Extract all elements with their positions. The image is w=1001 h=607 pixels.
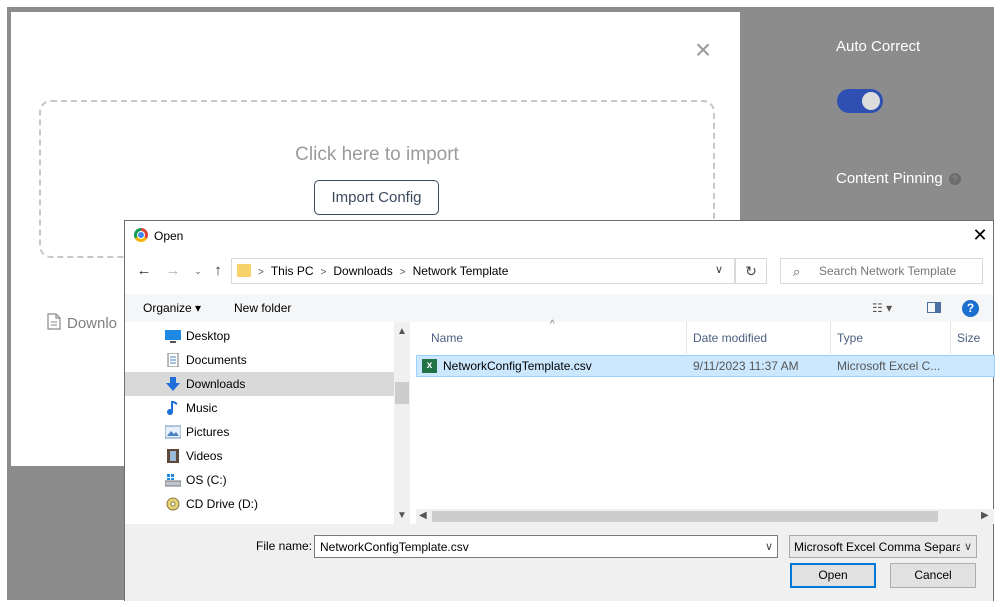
file-type-select[interactable]: Microsoft Excel Comma Separated ∨ xyxy=(789,535,977,558)
navigation-pane: Desktop Documents Downloads Music Pictur… xyxy=(125,322,410,524)
nav-item-label: CD Drive (D:) xyxy=(186,497,258,511)
close-icon[interactable]: × xyxy=(693,36,713,64)
auto-correct-label: Auto Correct xyxy=(836,38,921,55)
toggle-knob xyxy=(862,92,880,110)
scroll-down-icon[interactable]: ▼ xyxy=(397,510,407,521)
nav-item-documents[interactable]: Documents xyxy=(125,348,395,372)
cancel-button[interactable]: Cancel xyxy=(890,563,976,588)
scroll-right-icon[interactable]: ▶ xyxy=(981,510,989,521)
breadcrumb: > This PC > Downloads > Network Template xyxy=(258,264,508,278)
chevron-down-icon[interactable]: ∨ xyxy=(715,263,723,276)
dialog-title: Open xyxy=(154,229,184,243)
recent-locations-chevron-icon[interactable]: ⌄ xyxy=(188,260,208,282)
file-list-scrollbar[interactable]: ◀ ▶ xyxy=(416,509,994,524)
chevron-right-icon: > xyxy=(399,267,406,278)
content-pinning-text: Content Pinning xyxy=(836,170,943,187)
nav-item-os-drive[interactable]: OS (C:) xyxy=(125,468,395,492)
column-header-type[interactable]: Type xyxy=(831,322,951,354)
scrollbar-thumb[interactable] xyxy=(395,382,409,404)
nav-item-label: Downloads xyxy=(186,377,246,391)
file-type: Microsoft Excel C... xyxy=(837,359,941,373)
nav-item-label: Videos xyxy=(186,449,223,463)
settings-panel: Auto Correct Content Pinning? xyxy=(740,12,994,220)
file-name: NetworkConfigTemplate.csv xyxy=(443,359,592,373)
dialog-footer: File name: ∨ Microsoft Excel Comma Separ… xyxy=(125,524,993,601)
auto-correct-toggle[interactable] xyxy=(837,89,883,113)
breadcrumb-this-pc[interactable]: This PC xyxy=(271,264,314,278)
music-icon xyxy=(165,400,181,415)
nav-item-pictures[interactable]: Pictures xyxy=(125,420,395,444)
dropzone-title: Click here to import xyxy=(295,144,459,165)
open-button[interactable]: Open xyxy=(790,563,876,588)
folder-icon xyxy=(237,264,251,277)
file-type-value: Microsoft Excel Comma Separated xyxy=(794,540,960,554)
nav-item-label: Pictures xyxy=(186,425,230,439)
download-template-link[interactable]: Downlo xyxy=(47,313,117,334)
address-bar[interactable]: > This PC > Downloads > Network Template ∨ xyxy=(231,258,735,284)
new-folder-button[interactable]: New folder xyxy=(234,301,291,315)
nav-item-desktop[interactable]: Desktop xyxy=(125,324,395,348)
nav-item-label: OS (C:) xyxy=(186,473,227,487)
open-file-dialog: Open ✕ ← → ⌄ ↑ > This PC > Downloads > Networ… xyxy=(124,220,995,601)
download-label: Downlo xyxy=(67,315,118,332)
back-arrow-icon[interactable]: ← xyxy=(134,260,154,282)
column-header-date-modified[interactable]: Date modified xyxy=(687,322,831,354)
file-row[interactable]: x NetworkConfigTemplate.csv 9/11/2023 11… xyxy=(416,355,995,377)
nav-item-downloads[interactable]: Downloads xyxy=(125,372,395,396)
drive-icon xyxy=(164,473,182,487)
chevron-right-icon: > xyxy=(320,267,327,278)
column-header-size[interactable]: Size xyxy=(951,322,995,354)
nav-item-videos[interactable]: Videos xyxy=(125,444,395,468)
organize-menu[interactable]: Organize ▾ xyxy=(143,301,201,315)
sort-ascending-icon: ^ xyxy=(550,319,555,330)
file-name-field[interactable]: ∨ xyxy=(314,535,778,558)
preview-pane-icon[interactable] xyxy=(927,302,941,313)
desktop-icon xyxy=(165,329,181,343)
chevron-down-icon: ∨ xyxy=(963,540,972,553)
change-view-icon[interactable]: ☷ ▾ xyxy=(872,301,892,315)
breadcrumb-network-template[interactable]: Network Template xyxy=(413,264,509,278)
scroll-left-icon[interactable]: ◀ xyxy=(419,510,427,521)
nav-item-label: Music xyxy=(186,401,218,415)
nav-pane-scrollbar[interactable]: ▲ ▼ xyxy=(394,322,410,524)
file-date: 9/11/2023 11:37 AM xyxy=(693,359,799,373)
breadcrumb-downloads[interactable]: Downloads xyxy=(333,264,392,278)
import-config-button[interactable]: Import Config xyxy=(314,180,439,215)
dialog-toolbar: Organize ▾ New folder ☷ ▾ ? xyxy=(125,294,993,322)
search-box[interactable]: ⌕ xyxy=(780,258,983,284)
pictures-icon xyxy=(164,425,182,439)
forward-arrow-icon[interactable]: → xyxy=(163,260,183,282)
downloads-icon xyxy=(165,377,181,391)
excel-file-icon: x xyxy=(422,359,437,373)
up-arrow-icon[interactable]: ↑ xyxy=(208,260,228,282)
chrome-icon xyxy=(134,228,148,242)
document-icon xyxy=(47,313,61,334)
dialog-title-bar[interactable]: Open ✕ xyxy=(125,221,993,251)
scrollbar-thumb[interactable] xyxy=(432,511,938,522)
file-name-input[interactable] xyxy=(318,539,752,555)
close-icon[interactable]: ✕ xyxy=(970,225,990,245)
content-pinning-label: Content Pinning? xyxy=(836,170,961,187)
documents-icon xyxy=(165,352,181,368)
chevron-right-icon: > xyxy=(258,267,264,278)
search-icon: ⌕ xyxy=(793,264,801,279)
help-icon[interactable]: ? xyxy=(948,173,961,185)
cd-drive-icon xyxy=(165,497,181,511)
help-icon[interactable]: ? xyxy=(962,300,979,317)
nav-item-cd-drive[interactable]: CD Drive (D:) xyxy=(125,492,395,516)
nav-item-label: Documents xyxy=(186,353,247,367)
nav-item-music[interactable]: Music xyxy=(125,396,395,420)
nav-item-label: Desktop xyxy=(186,329,231,343)
chevron-down-icon[interactable]: ∨ xyxy=(765,540,773,553)
search-input[interactable] xyxy=(817,263,981,279)
videos-icon xyxy=(165,449,181,463)
scroll-up-icon[interactable]: ▲ xyxy=(397,326,407,337)
refresh-icon[interactable]: ↻ xyxy=(735,258,767,284)
file-name-label: File name: xyxy=(256,539,313,553)
